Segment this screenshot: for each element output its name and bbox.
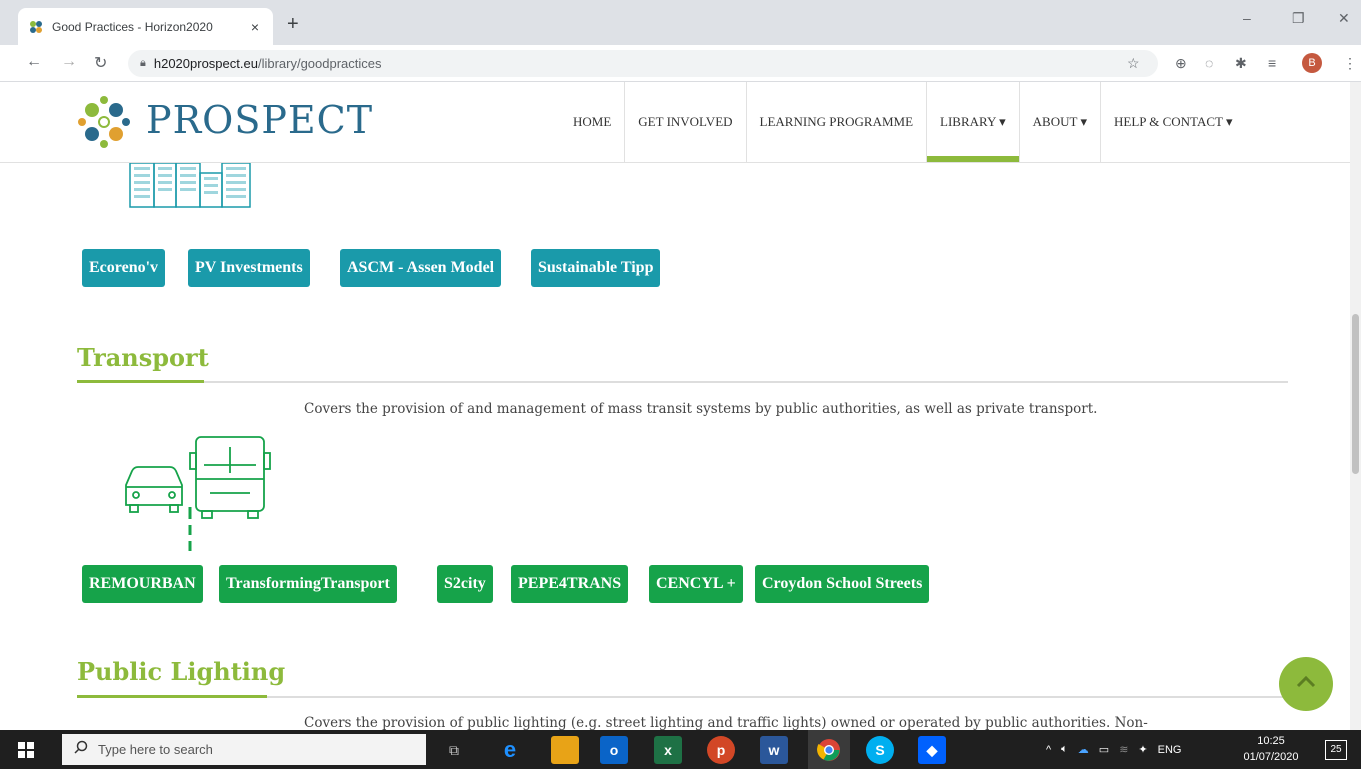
browser-tab-strip: Good Practices - Horizon2020 × + – ❐ ✕ <box>0 0 1361 45</box>
good-practice-button[interactable]: Ecoreno'v <box>82 249 166 287</box>
forward-arrow-icon[interactable]: → <box>61 53 77 71</box>
prospect-favicon-icon <box>28 19 44 35</box>
prospect-logo-icon[interactable] <box>76 94 132 150</box>
good-practice-button[interactable]: PV Investments <box>188 249 310 287</box>
section-title-transport: Transport <box>77 343 209 372</box>
browser-toolbar: ← → ↻ 🔒︎ h2020prospect.eu/library/goodpr… <box>0 45 1361 82</box>
restore-icon[interactable]: ❐ <box>1292 10 1305 27</box>
notification-count: 25 <box>1330 744 1342 755</box>
good-practice-button[interactable]: REMOURBAN <box>82 565 203 603</box>
skype-extension-icon[interactable]: ⊕ <box>1175 55 1187 72</box>
site-header: PROSPECT HOME GET INVOLVED LEARNING PROG… <box>0 82 1350 163</box>
page-scrollbar[interactable] <box>1350 82 1361 730</box>
minimize-icon[interactable]: – <box>1243 10 1251 26</box>
dropbox-icon[interactable]: ◆ <box>918 736 946 764</box>
back-arrow-icon[interactable]: ← <box>26 53 42 71</box>
windows-logo-icon <box>18 741 34 758</box>
taskbar-clock[interactable]: 10:25 01/07/2020 <box>1238 733 1304 765</box>
puzzle-extensions-icon[interactable]: ✱ <box>1235 55 1247 72</box>
powerpoint-icon[interactable]: p <box>707 736 735 764</box>
good-practice-button[interactable]: Croydon School Streets <box>755 565 930 603</box>
browser-tab[interactable]: Good Practices - Horizon2020 × <box>18 8 273 45</box>
page-content: Ecoreno'v PV Investments ASCM - Assen Mo… <box>0 163 1350 730</box>
section-description-transport: Covers the provision of and management o… <box>304 401 1098 417</box>
section-divider <box>77 381 1288 383</box>
task-view-icon[interactable]: ⧉ <box>440 736 468 764</box>
back-to-top-button[interactable] <box>1279 657 1333 711</box>
good-practice-button[interactable]: CENCYL + <box>649 565 743 603</box>
taskbar-search-placeholder: Type here to search <box>98 742 213 757</box>
reload-icon[interactable]: ↻ <box>94 53 107 73</box>
dropbox-tray-icon[interactable]: ✦ <box>1138 743 1147 756</box>
speaker-icon[interactable]: 🔈︎ <box>1061 743 1068 756</box>
circle-extension-icon[interactable]: ◌ <box>1205 55 1213 71</box>
skype-icon[interactable]: S <box>866 736 894 764</box>
buildings-icon <box>128 163 253 214</box>
taskbar-search[interactable]: Type here to search <box>62 734 426 765</box>
edge-icon[interactable]: e <box>496 736 524 764</box>
windows-start-button[interactable] <box>0 730 52 769</box>
nav-library[interactable]: LIBRARY ▾ <box>926 82 1019 162</box>
section-title-public-lighting: Public Lighting <box>77 657 286 686</box>
excel-icon[interactable]: x <box>654 736 682 764</box>
outlook-icon[interactable]: o <box>600 736 628 764</box>
star-bookmark-icon[interactable]: ☆ <box>1127 55 1140 72</box>
file-explorer-icon[interactable] <box>551 736 579 764</box>
address-bar[interactable]: 🔒︎ h2020prospect.eu/library/goodpractice… <box>128 50 1158 77</box>
section-description-public-lighting: Covers the provision of public lighting … <box>304 715 1148 730</box>
car-and-bus-icon <box>120 435 272 558</box>
good-practice-button[interactable]: ASCM - Assen Model <box>340 249 502 287</box>
url-path: /library/goodpractices <box>257 56 382 71</box>
chevron-up-icon <box>1296 675 1316 693</box>
nav-about[interactable]: ABOUT ▾ <box>1018 82 1100 162</box>
tab-close-icon[interactable]: × <box>247 19 263 35</box>
nav-get-involved[interactable]: GET INVOLVED <box>624 82 745 162</box>
chrome-icon[interactable] <box>808 730 850 769</box>
main-nav: HOME GET INVOLVED LEARNING PROGRAMME LIB… <box>560 82 1246 162</box>
new-tab-button[interactable]: + <box>287 14 299 34</box>
language-indicator[interactable]: ENG <box>1158 744 1182 756</box>
onedrive-cloud-icon[interactable]: ☁︎ <box>1078 743 1089 756</box>
search-icon <box>74 740 88 759</box>
system-tray: ^ 🔈︎ ☁︎ ▭ ≋ ✦ ENG <box>1046 730 1181 769</box>
network-icon[interactable]: ▭ <box>1099 743 1109 756</box>
notification-center-icon[interactable]: 25 <box>1325 740 1347 760</box>
section-divider-accent <box>77 695 267 698</box>
site-logo-text[interactable]: PROSPECT <box>146 98 373 142</box>
good-practice-button[interactable]: PEPE4TRANS <box>511 565 629 603</box>
kebab-menu-icon[interactable]: ⋮ <box>1343 55 1357 72</box>
close-window-icon[interactable]: ✕ <box>1338 10 1350 27</box>
word-icon[interactable]: w <box>760 736 788 764</box>
nav-help-contact[interactable]: HELP & CONTACT ▾ <box>1099 82 1246 162</box>
windows-taskbar: Type here to search ⧉ e o x p w S ◆ ^ 🔈︎… <box>0 730 1361 769</box>
scrollbar-thumb[interactable] <box>1352 314 1359 474</box>
clock-date: 01/07/2020 <box>1243 751 1299 763</box>
good-practice-button[interactable]: TransformingTransport <box>219 565 397 603</box>
clock-time: 10:25 <box>1257 735 1285 747</box>
chevron-up-tray-icon[interactable]: ^ <box>1046 744 1051 756</box>
nav-learning-programme[interactable]: LEARNING PROGRAMME <box>745 82 926 162</box>
tab-title: Good Practices - Horizon2020 <box>52 19 213 34</box>
good-practice-button[interactable]: S2city <box>437 565 493 603</box>
reading-list-icon[interactable]: ≡ <box>1268 55 1276 71</box>
profile-avatar[interactable]: B <box>1302 53 1322 73</box>
nav-home[interactable]: HOME <box>560 82 624 162</box>
wifi-icon[interactable]: ≋ <box>1119 743 1128 756</box>
good-practice-button[interactable]: Sustainable Tipp <box>531 249 661 287</box>
lock-icon: 🔒︎ <box>140 57 146 69</box>
url-host: h2020prospect.eu <box>153 56 258 71</box>
section-divider-accent <box>77 380 204 383</box>
